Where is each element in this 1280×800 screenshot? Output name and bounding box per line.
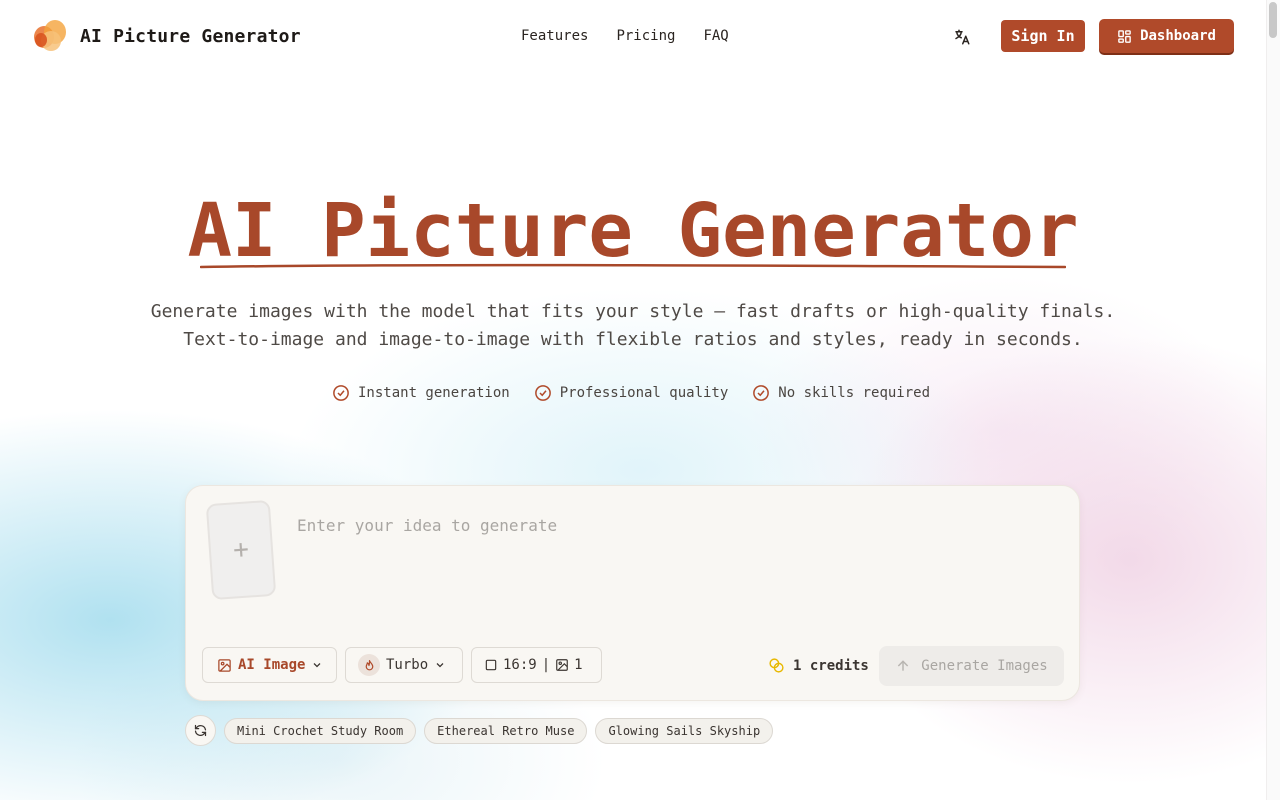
refresh-suggestions-button[interactable] xyxy=(185,715,216,746)
chevron-down-icon xyxy=(313,663,321,668)
dashboard-label: Dashboard xyxy=(1140,28,1216,44)
suggestion-chip[interactable]: Mini Crochet Study Room xyxy=(224,717,417,744)
hero-subtitle: Generate images with the model that fits… xyxy=(0,298,1266,354)
image-count-icon xyxy=(556,659,568,671)
image-count-label: 1 xyxy=(574,657,583,673)
main-nav: Features Pricing FAQ xyxy=(521,28,729,44)
site-header: AI Picture Generator Features Pricing FA… xyxy=(0,0,1266,72)
scrollbar-thumb[interactable] xyxy=(1269,2,1277,38)
model-label: Turbo xyxy=(386,657,429,673)
title-underline xyxy=(200,263,1066,269)
image-icon xyxy=(218,658,231,672)
prompt-suggestions: Mini Crochet Study Room Ethereal Retro M… xyxy=(185,715,774,746)
refresh-icon xyxy=(194,724,207,737)
check-circle-icon xyxy=(534,385,551,401)
model-select[interactable]: Turbo xyxy=(345,647,463,683)
dashboard-grid-icon xyxy=(1118,29,1131,43)
suggestion-chip[interactable]: Ethereal Retro Muse xyxy=(424,717,588,744)
brand-link[interactable]: AI Picture Generator xyxy=(32,17,301,55)
generate-label: Generate Images xyxy=(921,658,1048,674)
subtitle-line-1: Generate images with the model that fits… xyxy=(150,301,1116,322)
flame-icon xyxy=(358,654,380,676)
logo-icon xyxy=(32,17,70,55)
arrow-up-icon xyxy=(898,660,909,671)
plus-icon: + xyxy=(232,534,250,566)
generator-card: + AI Image Turbo 16:9 | 1 xyxy=(185,485,1080,701)
sign-in-button[interactable]: Sign In xyxy=(1001,20,1085,52)
suggestion-chip[interactable]: Glowing Sails Skyship xyxy=(595,717,774,744)
feature-label: Professional quality xyxy=(559,385,729,401)
aspect-ratio-icon xyxy=(485,659,497,671)
credits-label: 1 credits xyxy=(793,657,869,674)
mode-select[interactable]: AI Image xyxy=(202,647,337,683)
subtitle-line-2: Text-to-image and image-to-image with fl… xyxy=(183,329,1083,350)
coins-icon xyxy=(769,658,784,673)
image-upload-button[interactable]: + xyxy=(205,499,277,601)
nav-faq[interactable]: FAQ xyxy=(703,28,728,44)
check-circle-icon xyxy=(333,385,349,401)
translate-icon[interactable] xyxy=(950,25,974,49)
nav-pricing[interactable]: Pricing xyxy=(616,28,675,44)
ratio-label: 16:9 xyxy=(503,657,537,673)
check-circle-icon xyxy=(753,385,770,401)
feature-label: No skills required xyxy=(778,385,931,401)
mode-label: AI Image xyxy=(238,657,306,673)
dashboard-button[interactable]: Dashboard xyxy=(1099,19,1234,53)
generator-toolbar: AI Image Turbo 16:9 | 1 xyxy=(202,647,602,683)
chevron-down-icon xyxy=(436,663,444,668)
feature-label: Instant generation xyxy=(358,385,510,401)
ratio-separator: | xyxy=(541,657,551,673)
feature-item: Professional quality xyxy=(534,384,729,402)
brand-name: AI Picture Generator xyxy=(80,25,301,47)
ratio-count-select[interactable]: 16:9 | 1 xyxy=(471,647,602,683)
generate-images-button[interactable]: Generate Images xyxy=(879,646,1064,686)
feature-item: Instant generation xyxy=(332,384,510,402)
nav-features[interactable]: Features xyxy=(521,28,588,44)
prompt-input[interactable] xyxy=(297,516,1057,535)
feature-item: No skills required xyxy=(752,384,930,402)
credits-display: 1 credits xyxy=(768,657,869,674)
page-scrollbar[interactable] xyxy=(1266,0,1280,800)
feature-list: Instant generation Professional quality … xyxy=(332,384,930,402)
page: AI Picture Generator Features Pricing FA… xyxy=(0,0,1280,800)
